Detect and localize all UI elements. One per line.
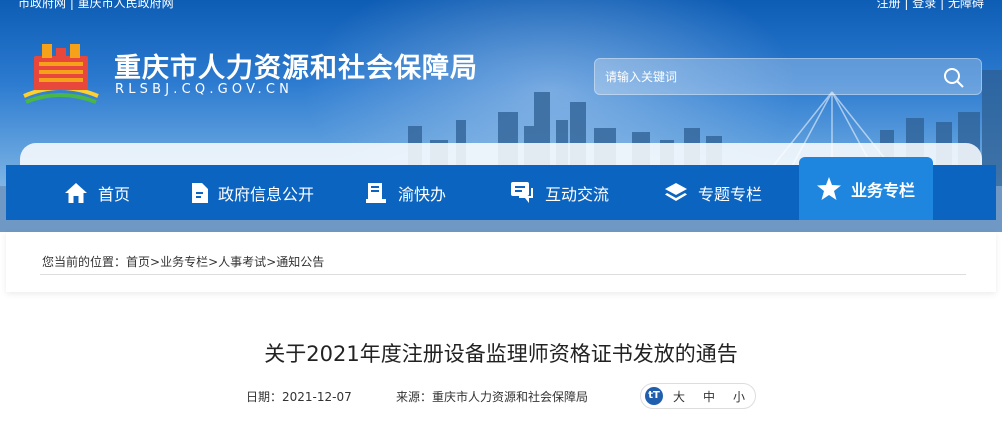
font-size-large-button[interactable]: 大 [673,388,685,405]
font-size-medium-button[interactable]: 中 [703,388,715,405]
article-date: 日期：2021-12-07 [246,388,352,405]
source-value: 重庆市人力资源和社会保障局 [432,390,589,404]
search-input[interactable] [605,67,925,87]
breadcrumb-item-notice[interactable]: 通知公告 [276,255,324,269]
login-link[interactable]: 登录 [912,0,936,10]
nav-item-special-topics[interactable]: 专题专栏 [664,165,762,220]
nav-item-yukuaiban[interactable]: 渝快办 [366,165,446,220]
font-size-switcher: tT 大 中 小 [640,383,756,409]
nav-item-label: 渝快办 [398,184,447,204]
date-value: 2021-12-07 [282,390,352,404]
breadcrumb-item-business[interactable]: 业务专栏 [160,255,208,269]
nav-item-label: 业务专栏 [851,180,916,200]
breadcrumb-separator: > [150,255,161,269]
search-icon[interactable] [943,67,965,89]
nav-item-interaction[interactable]: 互动交流 [511,165,609,220]
breadcrumb-prefix: 您当前的位置： [42,255,127,269]
register-link[interactable]: 注册 [877,0,901,10]
breadcrumb: 您当前的位置：首页>业务专栏>人事考试>通知公告 [42,253,324,270]
nav-item-label: 专题专栏 [698,184,763,204]
breadcrumb-separator: > [208,255,219,269]
nav-item-label: 首页 [98,184,131,204]
site-domain: RLSBJ.CQ.GOV.CN [115,82,294,97]
font-size-icon: tT [645,387,663,405]
service-icon [366,182,386,203]
breadcrumb-item-exam[interactable]: 人事考试 [218,255,266,269]
site-logo-icon[interactable] [20,40,102,104]
breadcrumb-divider [40,274,966,275]
nav-item-label: 互动交流 [545,184,610,204]
chat-icon [511,181,533,203]
breadcrumb-item-home[interactable]: 首页 [126,255,150,269]
nav-item-home[interactable]: 首页 [64,165,130,220]
site-title: 重庆市人力资源和社会保障局 [114,53,478,84]
article-title: 关于2021年度注册设备监理师资格证书发放的通告 [264,342,738,366]
document-icon [192,182,208,203]
main-nav: 首页 政府信息公开 渝快办 互动交流 专题专栏 业务专栏 [6,157,996,220]
home-icon [65,182,87,203]
top-links-separator: | [940,0,948,10]
article-source: 来源：重庆市人力资源和社会保障局 [396,388,588,405]
top-user-links: 注册 | 登录 | 无障碍 [877,0,984,11]
layers-icon [665,182,687,201]
nav-item-gov-info[interactable]: 政府信息公开 [190,165,314,220]
source-label: 来源： [396,390,433,404]
font-size-small-button[interactable]: 小 [733,388,745,405]
date-label: 日期： [246,390,283,404]
top-gov-links[interactable]: 市政府网 | 重庆市人民政府网 [18,0,174,11]
star-icon [817,177,841,200]
accessible-link[interactable]: 无障碍 [948,0,984,10]
nav-item-business[interactable]: 业务专栏 [799,157,934,220]
search-bar [594,58,982,95]
breadcrumb-separator: > [266,255,277,269]
nav-item-label: 政府信息公开 [218,184,315,204]
breadcrumb-panel: 您当前的位置：首页>业务专栏>人事考试>通知公告 [6,232,996,292]
